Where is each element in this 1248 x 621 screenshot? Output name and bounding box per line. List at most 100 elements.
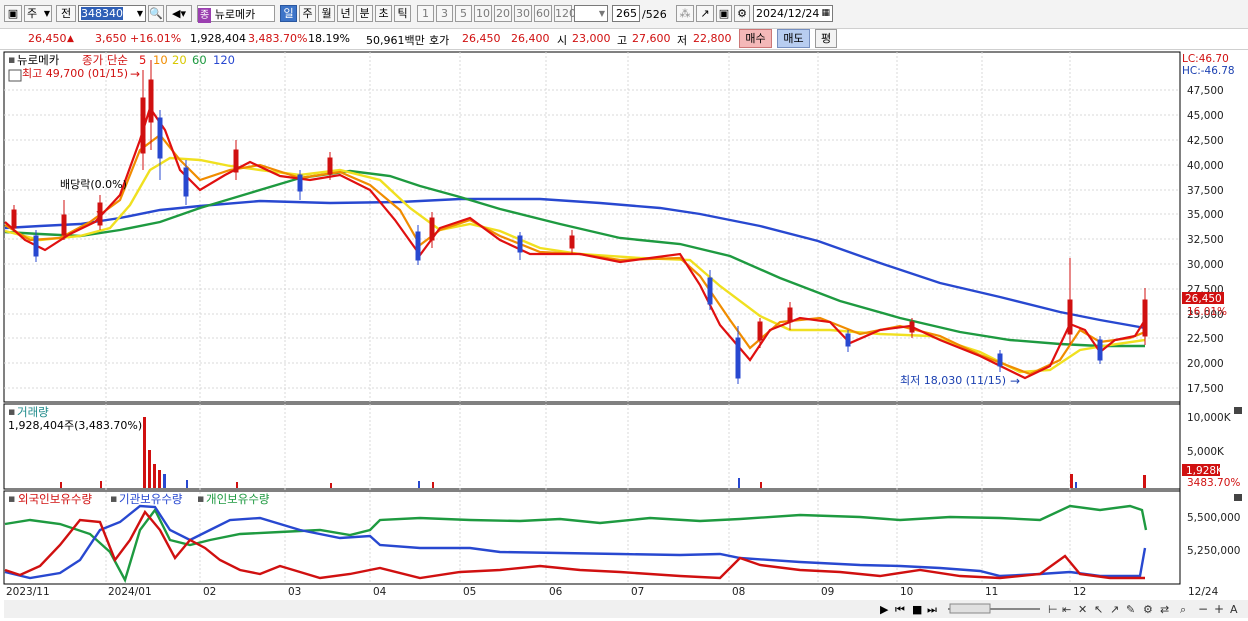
link-icon[interactable]: ⇄ <box>1160 603 1169 616</box>
close-icon[interactable] <box>1234 494 1242 501</box>
bid-price: 26,400 <box>511 32 550 45</box>
down-arrow-icon: ↓ <box>94 203 104 217</box>
forward-icon[interactable]: ⏭ <box>927 603 937 616</box>
interval-30[interactable]: 30 <box>514 5 532 22</box>
x-label: 03 <box>288 586 301 598</box>
trend-tool-icon[interactable]: ↖ <box>1094 603 1103 616</box>
price-tick: 30,000 <box>1187 259 1224 271</box>
panel-bullet-icon: ▪ <box>197 492 204 505</box>
low-label: 저 <box>677 34 688 47</box>
link-icon[interactable]: ⁂ <box>676 5 694 22</box>
interval-120[interactable]: 120 <box>554 5 576 22</box>
period-day[interactable]: 일 <box>280 5 297 22</box>
turnover-rate: 18.19% <box>308 32 350 45</box>
up-arrow-icon: ▲ <box>67 34 74 44</box>
market-select[interactable]: 주 ▼ <box>24 5 52 22</box>
x-label: 2023/11 <box>6 586 50 598</box>
save-icon[interactable]: ▣ <box>716 5 732 22</box>
volume-pct-tag: 3483.70% <box>1187 477 1240 489</box>
volume-tick: 5,000K <box>1187 446 1225 458</box>
ma5-legend: 5 <box>139 53 146 67</box>
volume-tag: 1,928K <box>1186 465 1224 477</box>
chart-svg: 47,500 45,000 42,500 40,000 37,500 35,00… <box>3 51 1248 618</box>
price-change: 3,650 <box>95 32 127 45</box>
crosshair-icon[interactable]: ⊢ <box>1048 603 1058 616</box>
panel-bullet-icon: ▪ <box>8 53 15 66</box>
stock-code-input[interactable]: 348340 ▼ <box>78 5 146 22</box>
price-tick: 40,000 <box>1187 160 1224 172</box>
holding-tick: 5,250,000 <box>1187 545 1240 557</box>
date-input[interactable]: 2024/12/24 ▦ <box>753 5 833 22</box>
ma60-legend: 60 <box>192 53 207 67</box>
period-second[interactable]: 초 <box>375 5 392 22</box>
x-label: 09 <box>821 586 834 598</box>
interval-20[interactable]: 20 <box>494 5 512 22</box>
x-label: 02 <box>203 586 216 598</box>
eval-button[interactable]: 평 <box>815 29 837 48</box>
x-axis: 2023/11 2024/01 02 03 04 05 06 07 08 09 … <box>6 586 1219 598</box>
volume-panel-title: 거래량 <box>17 405 49 419</box>
interval-10[interactable]: 10 <box>474 5 492 22</box>
low-price: 22,800 <box>693 32 732 45</box>
gear-icon[interactable]: ⚙ <box>1143 603 1153 616</box>
stock-name-field[interactable]: 종 뉴로메카 <box>197 5 275 23</box>
line-tool-icon[interactable]: ✕ <box>1078 603 1087 616</box>
font-size-icon[interactable]: A <box>1230 603 1238 616</box>
high-note: 최고 49,700 (01/15) <box>22 67 128 80</box>
price-tick: 47,500 <box>1187 85 1224 97</box>
period-tick[interactable]: 틱 <box>394 5 411 22</box>
rewind-icon[interactable]: ⏮ <box>895 603 905 616</box>
close-icon[interactable] <box>1234 407 1242 414</box>
scroll-thumb[interactable] <box>949 603 991 614</box>
panel-bullet-icon: ▪ <box>8 405 15 418</box>
window-icon[interactable]: ▣ <box>4 5 22 22</box>
pct-tag: 16.01% <box>1187 306 1227 318</box>
ma-label: 종가 단순 <box>82 53 128 67</box>
right-arrow-icon: → <box>1010 374 1020 388</box>
period-minute[interactable]: 분 <box>356 5 373 22</box>
type-button[interactable]: 전 <box>56 5 76 22</box>
volume-value: 1,928,404 <box>190 32 246 45</box>
individual-legend: 개인보유수량 <box>206 492 270 506</box>
draw-tool-icon[interactable]: ↗ <box>696 5 714 22</box>
volume-tick: 10,000K <box>1187 412 1232 424</box>
trade-value: 50,961백만 <box>366 34 425 47</box>
zoom-out-icon[interactable]: − <box>1198 602 1208 616</box>
period-month[interactable]: 월 <box>318 5 335 22</box>
zoom-in-icon[interactable]: + <box>1214 602 1224 616</box>
price-y-axis: 47,500 45,000 42,500 40,000 37,500 35,00… <box>1187 85 1224 395</box>
interval-1[interactable]: 1 <box>417 5 434 22</box>
play-icon[interactable]: ▶ <box>880 603 889 616</box>
price-tick: 42,500 <box>1187 135 1224 147</box>
stock-code: 348340 <box>81 7 123 20</box>
zoom-search-icon[interactable]: ⌕ <box>1180 603 1186 616</box>
price-tick: 22,500 <box>1187 333 1224 345</box>
draw-tool-icon[interactable]: ✎ <box>1126 603 1135 616</box>
gear-icon[interactable]: ⚙ <box>734 5 750 22</box>
buy-button[interactable]: 매수 <box>739 29 772 48</box>
scroll-left-icon[interactable]: ⇤ <box>1062 603 1071 616</box>
x-label: 2024/01 <box>108 586 152 598</box>
period-week[interactable]: 주 <box>299 5 316 22</box>
x-label: 11 <box>985 586 998 598</box>
period-year[interactable]: 년 <box>337 5 354 22</box>
calculator-icon[interactable] <box>8 69 22 82</box>
market-label: 주 <box>27 7 38 20</box>
stock-name: 뉴로메카 <box>214 8 256 21</box>
interval-custom-input[interactable]: ▼ <box>574 5 608 22</box>
low-note: 최저 18,030 (11/15) <box>900 374 1006 387</box>
ma10-legend: 10 <box>153 53 168 67</box>
sell-button[interactable]: 매도 <box>777 29 810 48</box>
interval-60[interactable]: 60 <box>534 5 552 22</box>
chevron-down-icon: ▼ <box>598 9 605 18</box>
interval-3[interactable]: 3 <box>436 5 453 22</box>
stop-icon[interactable]: ■ <box>912 603 922 616</box>
count-input[interactable]: 265 <box>612 5 640 22</box>
interval-5[interactable]: 5 <box>455 5 472 22</box>
speaker-icon[interactable]: ◀▾ <box>166 5 192 22</box>
price-panel-title: 뉴로메카 <box>17 53 60 67</box>
x-right-label: 12/24 <box>1188 586 1219 598</box>
calendar-icon: ▦ <box>821 8 830 18</box>
search-icon[interactable]: 🔍 <box>148 5 164 22</box>
arrow-tool-icon[interactable]: ↗ <box>1110 603 1119 616</box>
